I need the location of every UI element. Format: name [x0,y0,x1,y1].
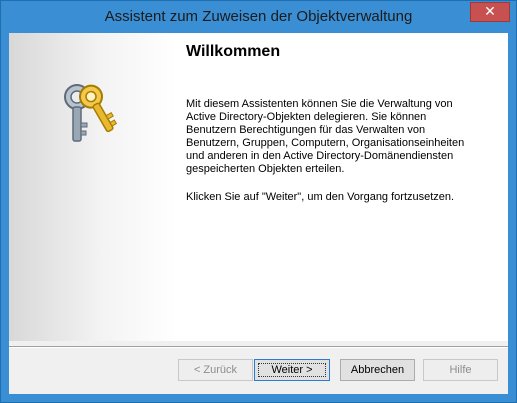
next-button[interactable]: Weiter > [254,359,330,381]
close-icon: ✕ [484,4,496,20]
next-button-label: Weiter > [271,364,313,376]
wizard-body: Willkommen Mit diesem Assistenten können… [9,33,508,394]
intro-text: Mit diesem Assistenten können Sie die Ve… [186,98,465,175]
keys-icon [64,84,118,142]
help-button[interactable]: Hilfe [423,359,498,381]
title-bar[interactable]: Assistent zum Zuweisen der Objektverwalt… [1,1,516,33]
instruction-text: Klicken Sie auf "Weiter", um den Vorgang… [186,191,455,203]
button-separator [9,346,508,348]
wizard-side-panel [9,33,176,341]
cancel-button-label: Abbrechen [350,364,405,376]
wizard-content: Willkommen Mit diesem Assistenten können… [176,33,508,341]
page-title: Willkommen [186,43,281,60]
close-button[interactable]: ✕ [470,2,510,22]
back-button-label: < Zurück [193,364,238,376]
back-button[interactable]: < Zurück [178,359,253,381]
cancel-button[interactable]: Abbrechen [340,359,415,381]
help-button-label: Hilfe [449,364,472,376]
wizard-window: Assistent zum Zuweisen der Objektverwalt… [0,0,517,403]
window-title: Assistent zum Zuweisen der Objektverwalt… [104,8,413,25]
